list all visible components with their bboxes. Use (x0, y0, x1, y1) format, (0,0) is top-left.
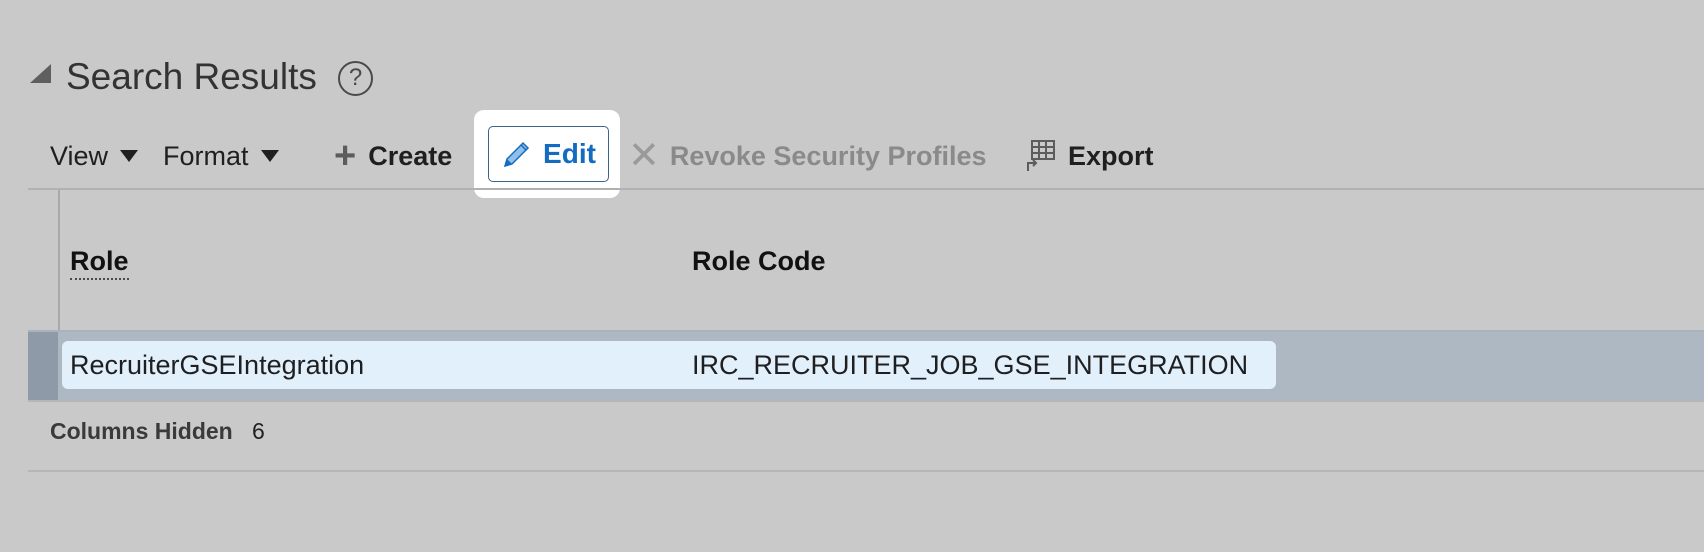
table-cell-role-code[interactable]: IRC_RECRUITER_JOB_GSE_INTEGRATION (692, 349, 1248, 381)
format-menu[interactable]: Format (163, 138, 279, 174)
pencil-icon (503, 141, 530, 168)
column-header-role[interactable]: Role (70, 246, 129, 280)
section-title: Search Results (66, 56, 317, 97)
columns-hidden-count: 6 (252, 418, 265, 444)
column-header-role-code[interactable]: Role Code (692, 246, 826, 276)
revoke-security-profiles-label: Revoke Security Profiles (669, 141, 987, 171)
revoke-security-profiles-button: ✕ Revoke Security Profiles (628, 135, 987, 177)
export-button[interactable]: Export (1026, 138, 1154, 174)
view-caret-icon (120, 150, 139, 162)
edit-button-label: Edit (543, 138, 596, 169)
toolbar-divider (28, 188, 1704, 190)
columns-hidden-label: Columns Hidden (50, 418, 233, 444)
table-cell-role[interactable]: RecruiterGSEIntegration (70, 349, 364, 381)
plus-icon: + (334, 135, 357, 177)
help-icon[interactable]: ? (338, 61, 373, 96)
edit-button[interactable]: Edit (488, 126, 609, 182)
format-caret-icon (260, 150, 279, 162)
format-menu-label: Format (163, 141, 249, 171)
row-divider (28, 400, 1704, 402)
collapse-triangle-icon[interactable] (30, 64, 51, 83)
view-menu[interactable]: View (50, 138, 139, 174)
x-icon: ✕ (628, 135, 660, 177)
row-header-strip (28, 190, 60, 330)
footer-divider (28, 470, 1704, 472)
create-button[interactable]: + Create (334, 135, 453, 177)
export-button-label: Export (1068, 141, 1154, 171)
row-selector[interactable] (28, 332, 58, 400)
view-menu-label: View (50, 141, 109, 171)
create-button-label: Create (368, 141, 453, 171)
export-grid-icon (1027, 140, 1055, 171)
